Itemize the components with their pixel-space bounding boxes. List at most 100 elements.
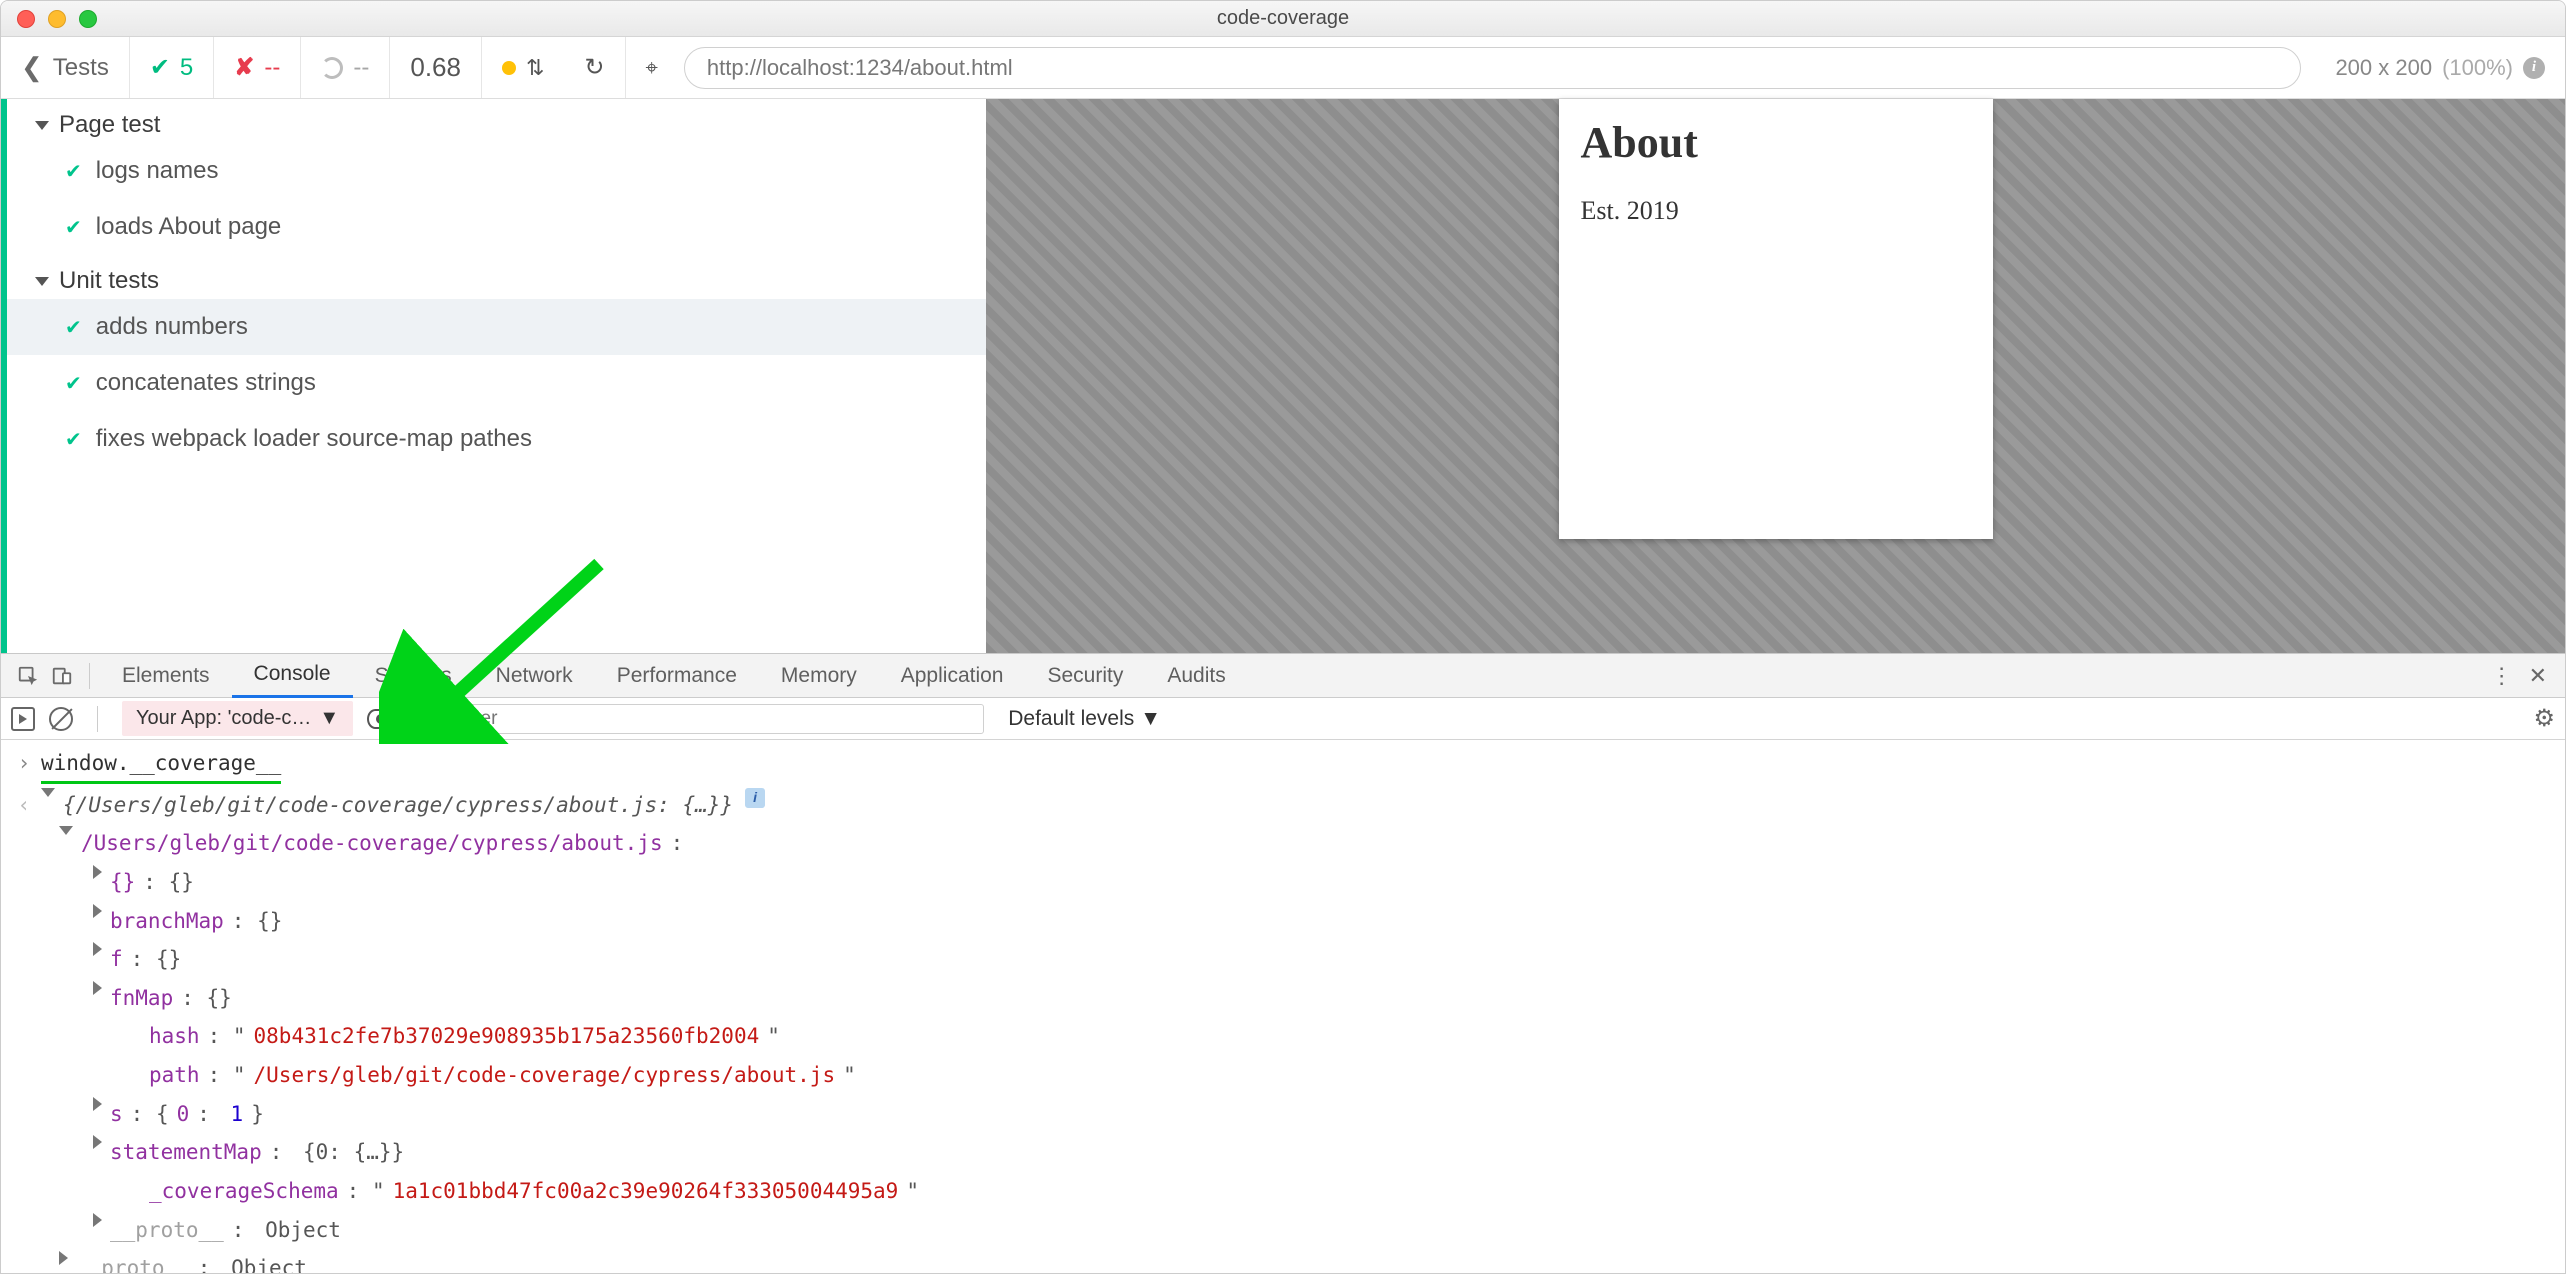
tab-console[interactable]: Console [232,654,353,698]
object-value: /Users/gleb/git/code-coverage/cypress/ab… [254,1058,836,1093]
console-output[interactable]: › window.__coverage__ ‹ {/Users/gleb/git… [1,740,2565,1273]
suite-name: Page test [59,111,160,139]
chevron-left-icon: ❮ [21,52,43,83]
titlebar: code-coverage [1,1,2565,37]
suite-header[interactable]: Page test [7,99,986,143]
object-key: /Users/gleb/git/code-coverage/cypress/ab… [81,826,663,861]
info-badge-icon[interactable]: i [745,788,765,808]
viewport-scale: (100%) [2442,55,2513,81]
close-devtools-icon[interactable]: ✕ [2529,663,2547,689]
aut-iframe[interactable]: About Est. 2019 [1559,99,1993,539]
object-key: __proto__ [110,1213,224,1248]
object-value: Object [231,1251,307,1273]
suite-header[interactable]: Unit tests [7,255,986,299]
prompt-icon: › [15,746,33,781]
expand-right-icon[interactable] [93,1097,102,1111]
viewport-size: 200 x 200 [2335,55,2432,81]
expand-right-icon[interactable] [59,1251,68,1265]
expand-right-icon[interactable] [93,865,102,879]
zoom-window-icon[interactable] [79,10,97,28]
test-row[interactable]: ✔ fixes webpack loader source-map pathes [7,411,986,467]
tab-audits[interactable]: Audits [1145,654,1247,698]
check-icon: ✔ [65,371,82,396]
aut-heading: About [1581,117,1971,168]
tab-elements[interactable]: Elements [100,654,232,698]
tab-security[interactable]: Security [1025,654,1145,698]
inspect-element-icon[interactable] [11,661,45,691]
tab-network[interactable]: Network [474,654,595,698]
check-icon: ✔ [65,427,82,452]
test-title: concatenates strings [96,369,316,397]
console-input-expression: window.__coverage__ [41,746,281,784]
expand-right-icon[interactable] [93,1135,102,1149]
test-title: loads About page [96,213,282,241]
test-row[interactable]: ✔ concatenates strings [7,355,986,411]
auto-scroll-toggle[interactable]: ⇅ [482,37,564,98]
suite-name: Unit tests [59,267,159,295]
pending-count-value: -- [353,54,369,82]
restart-button[interactable]: ↻ [564,37,625,98]
auto-scroll-dot-icon [502,61,516,75]
selector-playground-button[interactable]: ⌖ [626,37,678,98]
expand-right-icon[interactable] [93,904,102,918]
expand-right-icon[interactable] [93,942,102,956]
check-icon: ✔ [65,159,82,184]
chevron-down-icon: ▼ [1140,707,1161,731]
expand-right-icon[interactable] [93,981,102,995]
chevron-down-icon [35,121,49,130]
object-value: 08b431c2fe7b37029e908935b175a23560fb2004 [254,1019,760,1054]
device-toolbar-icon[interactable] [45,661,79,691]
reporter-pane: Page test ✔ logs names ✔ loads About pag… [1,99,986,653]
aut-body: Est. 2019 [1581,196,1971,226]
context-selector-label: Your App: 'code-c… [136,707,311,730]
minimize-window-icon[interactable] [48,10,66,28]
target-icon: ⌖ [646,55,658,81]
duration-value: 0.68 [410,52,461,83]
devtools-tabs: Elements Console Sources Network Perform… [1,654,2565,698]
tab-sources[interactable]: Sources [353,654,474,698]
url-input[interactable] [684,47,2302,89]
test-title: adds numbers [96,313,248,341]
fail-count-value: -- [264,54,280,82]
context-selector[interactable]: Your App: 'code-c… ▼ [122,701,353,736]
test-row[interactable]: ✔ loads About page [7,199,986,255]
test-row[interactable]: ✔ logs names [7,143,986,199]
fail-count: ✘ -- [214,37,301,98]
object-key: path [149,1058,200,1093]
back-to-tests-button[interactable]: ❮ Tests [1,37,130,98]
object-value: Object [265,1213,341,1248]
object-key: s [110,1097,123,1132]
devtools: Elements Console Sources Network Perform… [1,653,2565,1273]
clear-console-icon[interactable] [49,707,73,731]
object-key: f [110,942,123,977]
console-sidebar-toggle-icon[interactable] [11,707,35,731]
pass-count-value: 5 [180,54,193,82]
viewport-info[interactable]: 200 x 200 (100%) i [2315,37,2565,98]
close-window-icon[interactable] [17,10,35,28]
filter-input[interactable] [444,704,984,734]
object-summary: {/Users/gleb/git/code-coverage/cypress/a… [63,788,733,823]
back-label: Tests [53,54,109,82]
expand-down-icon[interactable] [59,826,73,835]
levels-label: Default levels [1008,707,1134,731]
test-list[interactable]: Page test ✔ logs names ✔ loads About pag… [1,99,986,653]
object-key: __proto__ [76,1251,190,1273]
test-row[interactable]: ✔ adds numbers [7,299,986,355]
log-levels-selector[interactable]: Default levels ▼ [998,707,1171,731]
test-title: fixes webpack loader source-map pathes [96,425,532,453]
expand-down-icon[interactable] [41,788,55,797]
tab-application[interactable]: Application [879,654,1026,698]
info-icon: i [2523,57,2545,79]
url-container [684,47,2302,88]
check-icon: ✔ [65,315,82,340]
tab-memory[interactable]: Memory [759,654,879,698]
aut-pane: About Est. 2019 [986,99,2565,653]
result-icon: ‹ [15,788,33,823]
x-icon: ✘ [234,53,254,82]
gear-icon[interactable]: ⚙ [2533,704,2555,733]
live-expression-icon[interactable] [367,709,395,729]
more-icon[interactable]: ⋮ [2491,663,2513,689]
expand-right-icon[interactable] [93,1213,102,1227]
tab-performance[interactable]: Performance [595,654,759,698]
check-icon: ✔ [150,53,170,82]
